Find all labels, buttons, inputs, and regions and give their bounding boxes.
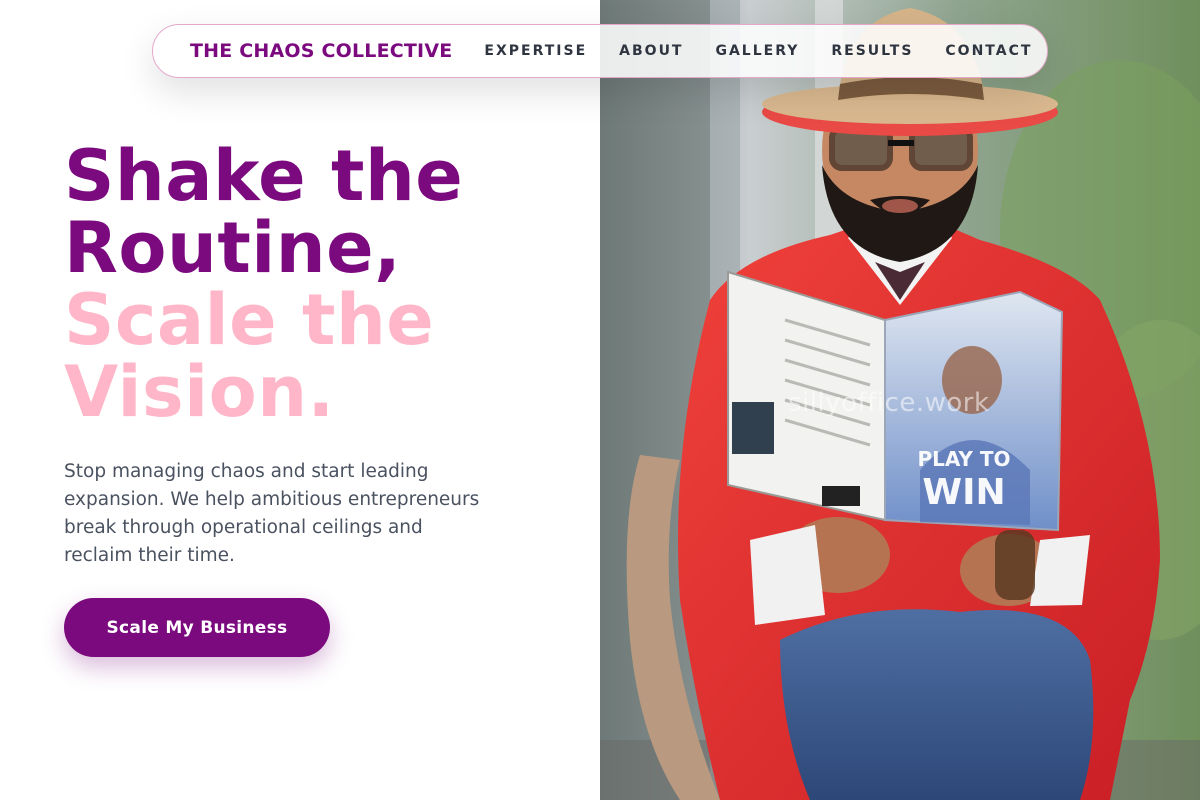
nav-link-expertise[interactable]: EXPERTISE (484, 43, 587, 59)
nav-link-about[interactable]: ABOUT (619, 43, 683, 59)
nav-link-contact[interactable]: CONTACT (945, 43, 1032, 59)
headline-line-1: Shake the (64, 135, 464, 217)
brand-logo-link[interactable]: THE CHAOS COLLECTIVE (190, 40, 452, 62)
scale-my-business-button[interactable]: Scale My Business (64, 598, 330, 657)
man-reading-book-illustration: PLAY TO WIN (600, 0, 1200, 800)
nav-link-gallery[interactable]: GALLERY (715, 43, 799, 59)
nav-link-results[interactable]: RESULTS (831, 43, 913, 59)
headline-line-2: Routine, (64, 207, 402, 289)
hero-subtext: Stop managing chaos and start leading ex… (64, 461, 480, 566)
hero-headline: Shake the Routine, Scale the Vision. (64, 140, 584, 428)
top-nav: THE CHAOS COLLECTIVE EXPERTISE ABOUT GAL… (152, 24, 1048, 78)
headline-line-4: Vision. (64, 351, 335, 433)
book-title-line1: PLAY TO (917, 447, 1010, 471)
hero-photo: PLAY TO WIN sillyoffice.work (600, 0, 1200, 800)
headline-line-3: Scale the (64, 279, 435, 361)
hero-section: Shake the Routine, Scale the Vision. Sto… (64, 140, 584, 570)
nav-links: EXPERTISE ABOUT GALLERY RESULTS CONTACT (452, 43, 1032, 59)
book-title-line2: WIN (922, 472, 1005, 513)
